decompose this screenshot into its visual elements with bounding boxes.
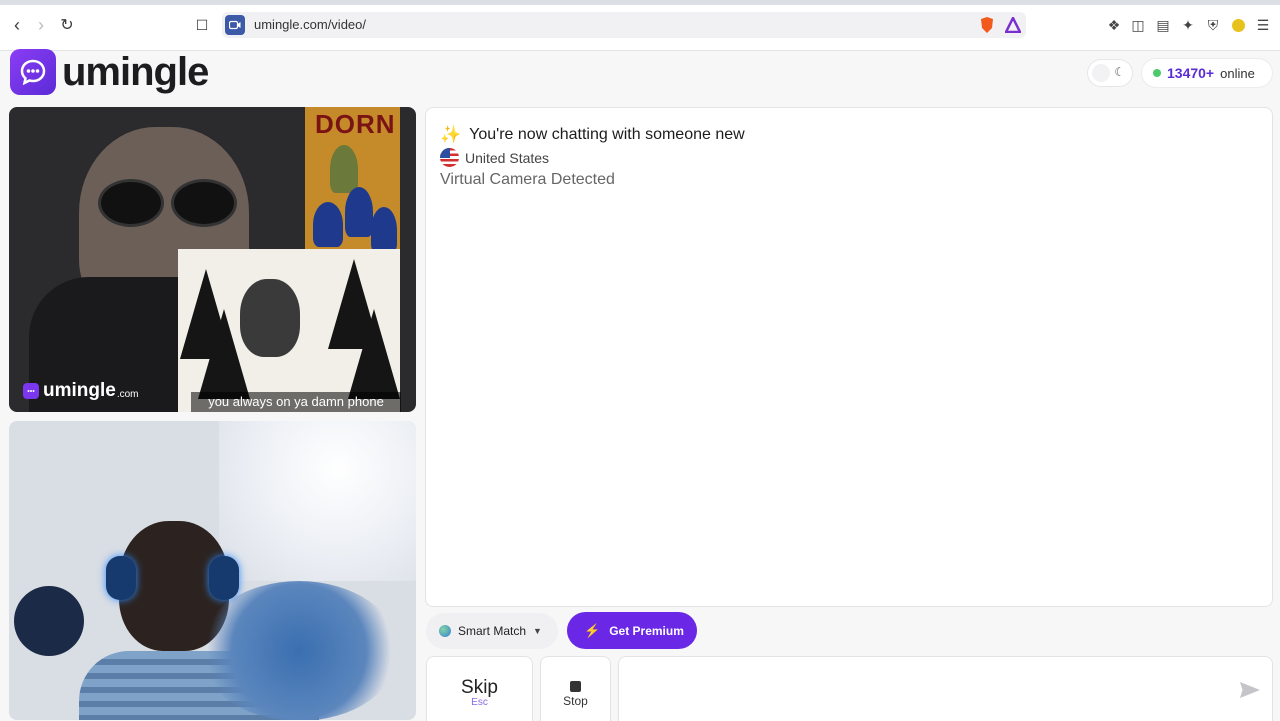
- lightning-icon: ⚡: [584, 622, 601, 638]
- moon-icon: ☾: [1114, 65, 1125, 79]
- reload-icon[interactable]: ↻: [56, 14, 78, 36]
- skip-label: Skip: [461, 677, 498, 698]
- video-camera-icon: [225, 15, 245, 35]
- theme-toggle[interactable]: ☾: [1088, 60, 1132, 86]
- meme-figure: [330, 145, 358, 193]
- motion-blur: [199, 581, 399, 720]
- microphone: [14, 586, 84, 656]
- meme-image-top: DORN: [305, 107, 400, 257]
- wallet-icon[interactable]: ▤: [1154, 16, 1172, 34]
- brave-rewards-icon[interactable]: [1004, 16, 1022, 34]
- get-premium-button[interactable]: ⚡ Get Premium: [567, 612, 697, 649]
- send-icon[interactable]: [1239, 681, 1261, 699]
- watermark-logo-icon: [23, 383, 39, 399]
- local-video: [9, 421, 416, 720]
- background-light: [219, 421, 416, 581]
- chat-panel: ✨ You're now chatting with someone new U…: [425, 107, 1273, 607]
- chat-status-text: You're now chatting with someone new: [469, 126, 745, 143]
- watermark-suffix: .com: [116, 388, 139, 400]
- meme-face: [240, 279, 300, 357]
- online-label: online: [1220, 65, 1255, 81]
- partner-country: United States: [440, 148, 549, 167]
- chat-bubble-icon: [10, 49, 56, 95]
- browser-toolbar: ‹ › ↻ ☐ umingle.com/video/ ❖ ◫ ▤ ✦ ⛨ ☰: [0, 0, 1280, 51]
- remote-video: DORN you always on ya damn phone umingle…: [9, 107, 416, 412]
- sparkles-icon: ✨: [440, 125, 462, 144]
- smart-match-dropdown[interactable]: Smart Match ▼: [426, 613, 558, 649]
- smart-match-label: Smart Match: [458, 624, 527, 638]
- sparkle-icon[interactable]: ✦: [1179, 16, 1197, 34]
- virtual-camera-notice: Virtual Camera Detected: [440, 171, 615, 188]
- meme-image-bottom: [178, 249, 400, 412]
- logo-text: umingle: [62, 49, 209, 94]
- headphone-left: [106, 556, 136, 600]
- meme-tree: [348, 309, 400, 399]
- country-name: United States: [465, 149, 550, 166]
- premium-label: Get Premium: [609, 623, 684, 638]
- message-input[interactable]: [631, 671, 1225, 707]
- online-status-dot: [1153, 69, 1161, 77]
- meme-title: DORN: [315, 109, 396, 139]
- sidebar-icon[interactable]: ◫: [1129, 16, 1147, 34]
- online-count: 13470+: [1167, 65, 1215, 81]
- stop-button[interactable]: Stop: [540, 656, 611, 721]
- watermark-text: umingle: [43, 380, 116, 401]
- umingle-watermark: umingle .com: [23, 380, 139, 402]
- stop-icon: [570, 681, 581, 692]
- sunglasses-left: [101, 182, 161, 224]
- site-logo[interactable]: umingle: [10, 49, 209, 95]
- online-counter: 13470+ online: [1142, 59, 1272, 87]
- meme-figure: [345, 187, 373, 237]
- arrow-right-icon[interactable]: ›: [30, 14, 52, 36]
- message-box: [618, 656, 1273, 721]
- stop-label: Stop: [563, 694, 588, 708]
- profile-icon[interactable]: [1229, 16, 1247, 34]
- tab-strip: [0, 0, 1280, 5]
- chat-status: ✨ You're now chatting with someone new: [440, 125, 745, 145]
- hamburger-menu-icon[interactable]: ☰: [1254, 16, 1272, 34]
- chevron-down-icon: ▼: [533, 626, 542, 636]
- meme-figure: [313, 202, 343, 247]
- meme-figure: [371, 207, 397, 253]
- brave-shield-icon[interactable]: [978, 16, 996, 34]
- toggle-knob: [1092, 64, 1110, 82]
- address-bar[interactable]: umingle.com/video/: [222, 12, 1026, 38]
- url-text: umingle.com/video/: [254, 17, 366, 32]
- bookmark-icon[interactable]: ☐: [191, 14, 213, 36]
- globe-icon: [439, 625, 451, 637]
- skip-button[interactable]: Skip Esc: [426, 656, 533, 721]
- us-flag-icon: [440, 148, 459, 167]
- meme-caption: you always on ya damn phone: [191, 392, 401, 412]
- sunglasses-right: [174, 182, 234, 224]
- headphone-right: [209, 556, 239, 600]
- shield-icon[interactable]: ⛨: [1204, 16, 1222, 34]
- arrow-left-icon[interactable]: ‹: [6, 14, 28, 36]
- skip-shortcut: Esc: [471, 697, 488, 708]
- puzzle-icon[interactable]: ❖: [1105, 16, 1123, 34]
